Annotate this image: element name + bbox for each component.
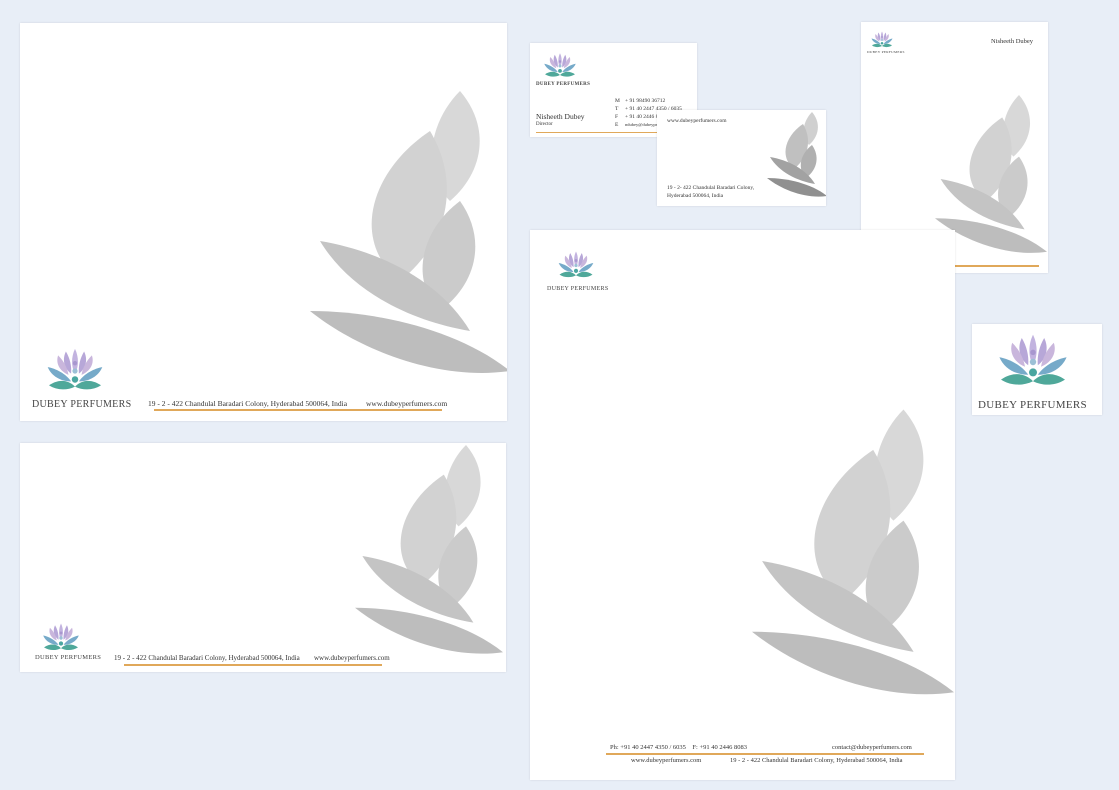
leaves-decoration-icon bbox=[767, 111, 826, 203]
lotus-logo-icon bbox=[38, 621, 84, 655]
contact-label-f: F bbox=[615, 114, 619, 120]
leaves-decoration-icon bbox=[752, 406, 954, 716]
brand-name: DUBEY PERFUMERS bbox=[32, 399, 132, 410]
lotus-logo-icon bbox=[869, 30, 895, 50]
website-text: www.dubeyperfumers.com bbox=[314, 654, 390, 662]
contact-label-e: E bbox=[615, 122, 619, 128]
phone-line: Ph: +91 40 2447 4350 / 6035 F: +91 40 24… bbox=[610, 744, 747, 751]
brand-name: DUBEY PERFUMERS bbox=[547, 286, 609, 292]
lotus-logo-icon bbox=[539, 51, 581, 81]
lotus-logo-icon bbox=[554, 249, 598, 282]
address-line: 19 - 2 - 422 Chandulal Baradari Colony, … bbox=[114, 654, 300, 662]
contact-value-m: + 91 98490 36712 bbox=[625, 98, 666, 104]
accent-rule bbox=[154, 409, 442, 411]
contact-label-t: T bbox=[615, 106, 619, 112]
leaves-decoration-icon bbox=[310, 91, 507, 391]
brand-name: DUBEY PERFUMERS bbox=[978, 399, 1087, 411]
address-line: 19 - 2 - 422 Chandulal Baradari Colony, … bbox=[148, 399, 348, 408]
accent-rule bbox=[606, 753, 924, 755]
letterhead: DUBEY PERFUMERS Ph: +91 40 2447 4350 / 6… bbox=[530, 230, 955, 780]
lotus-logo-icon bbox=[988, 330, 1078, 394]
email-text: contact@dubeyperfumers.com bbox=[832, 744, 912, 751]
website-text: www.dubeyperfumers.com bbox=[366, 399, 448, 408]
leaves-decoration-icon bbox=[355, 445, 503, 667]
contact-label-m: M bbox=[615, 98, 620, 104]
brand-name: DUBEY PERFUMERS bbox=[35, 654, 102, 661]
envelope-small: DUBEY PERFUMERS 19 - 2 - 422 Chandulal B… bbox=[20, 443, 506, 672]
lotus-logo-icon bbox=[40, 345, 110, 397]
accent-rule bbox=[124, 664, 382, 666]
brand-name: DUBEY PERFUMERS bbox=[867, 50, 905, 54]
card-address-line2: Hyderabad 500064, India bbox=[667, 193, 724, 199]
header-name: Nisheeth Dubey bbox=[991, 38, 1034, 45]
brand-name: DUBEY PERFUMERS bbox=[536, 82, 591, 87]
envelope-large: DUBEY PERFUMERS 19 - 2 - 422 Chandulal B… bbox=[20, 23, 507, 421]
logo-card: DUBEY PERFUMERS bbox=[972, 324, 1102, 415]
person-name: Nisheeth Dubey bbox=[536, 112, 585, 121]
website-text: www.dubeyperfumers.com bbox=[631, 757, 702, 764]
address-line: 19 - 2 - 422 Chandulal Baradari Colony, … bbox=[730, 757, 903, 764]
card-address-line1: 19 - 2- 422 Chandulal Baradari Colony, bbox=[667, 185, 755, 191]
card-website: www.dubeyperfumers.com bbox=[667, 118, 727, 124]
business-card-back: www.dubeyperfumers.com 19 - 2- 422 Chand… bbox=[657, 110, 826, 206]
person-title: Director bbox=[536, 122, 553, 127]
